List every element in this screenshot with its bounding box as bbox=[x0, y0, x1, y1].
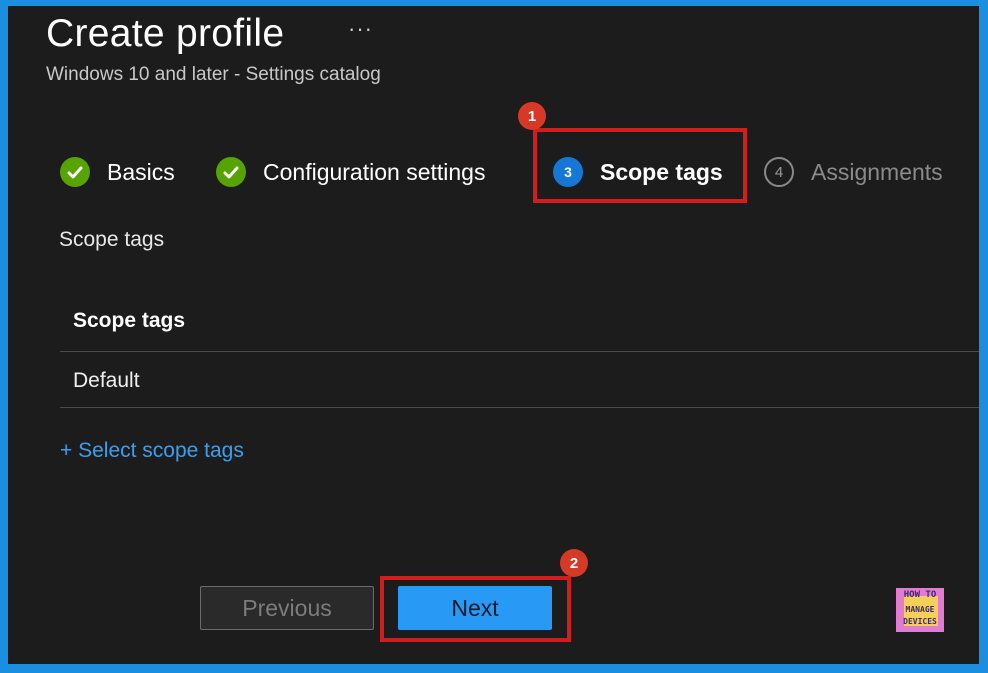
previous-button[interactable]: Previous bbox=[200, 586, 374, 630]
check-icon bbox=[60, 157, 90, 187]
step-configuration-settings[interactable]: Configuration settings bbox=[216, 154, 485, 190]
page-subtitle: Windows 10 and later - Settings catalog bbox=[46, 64, 381, 85]
logo-line-1: HOW TO bbox=[903, 590, 937, 600]
annotation-badge-2: 2 bbox=[560, 549, 588, 577]
highlight-box-next bbox=[380, 576, 571, 642]
how-to-manage-devices-logo: HOW TO MANAGE DEVICES bbox=[896, 588, 944, 632]
create-profile-panel: Create profile ··· Windows 10 and later … bbox=[8, 6, 979, 664]
logo-line-3: DEVICES bbox=[903, 617, 937, 626]
logo-line-2: MANAGE bbox=[905, 605, 935, 614]
highlight-box-scope-tags bbox=[533, 128, 747, 203]
select-scope-tags-link[interactable]: + Select scope tags bbox=[60, 439, 244, 463]
step-basics[interactable]: Basics bbox=[60, 154, 175, 190]
step-assignments[interactable]: 4 Assignments bbox=[764, 154, 943, 190]
table-row: Default bbox=[73, 369, 140, 392]
step-label: Configuration settings bbox=[263, 158, 486, 185]
check-icon bbox=[216, 157, 246, 187]
table-divider bbox=[60, 407, 979, 408]
step-number-icon: 4 bbox=[764, 157, 794, 187]
more-options-icon[interactable]: ··· bbox=[348, 16, 373, 42]
section-label: Scope tags bbox=[59, 228, 165, 251]
step-label: Assignments bbox=[811, 158, 943, 185]
step-label: Basics bbox=[107, 158, 175, 185]
page-title: Create profile bbox=[46, 12, 285, 55]
table-column-header: Scope tags bbox=[73, 309, 186, 332]
table-divider bbox=[60, 351, 979, 352]
annotation-badge-1: 1 bbox=[518, 102, 546, 130]
